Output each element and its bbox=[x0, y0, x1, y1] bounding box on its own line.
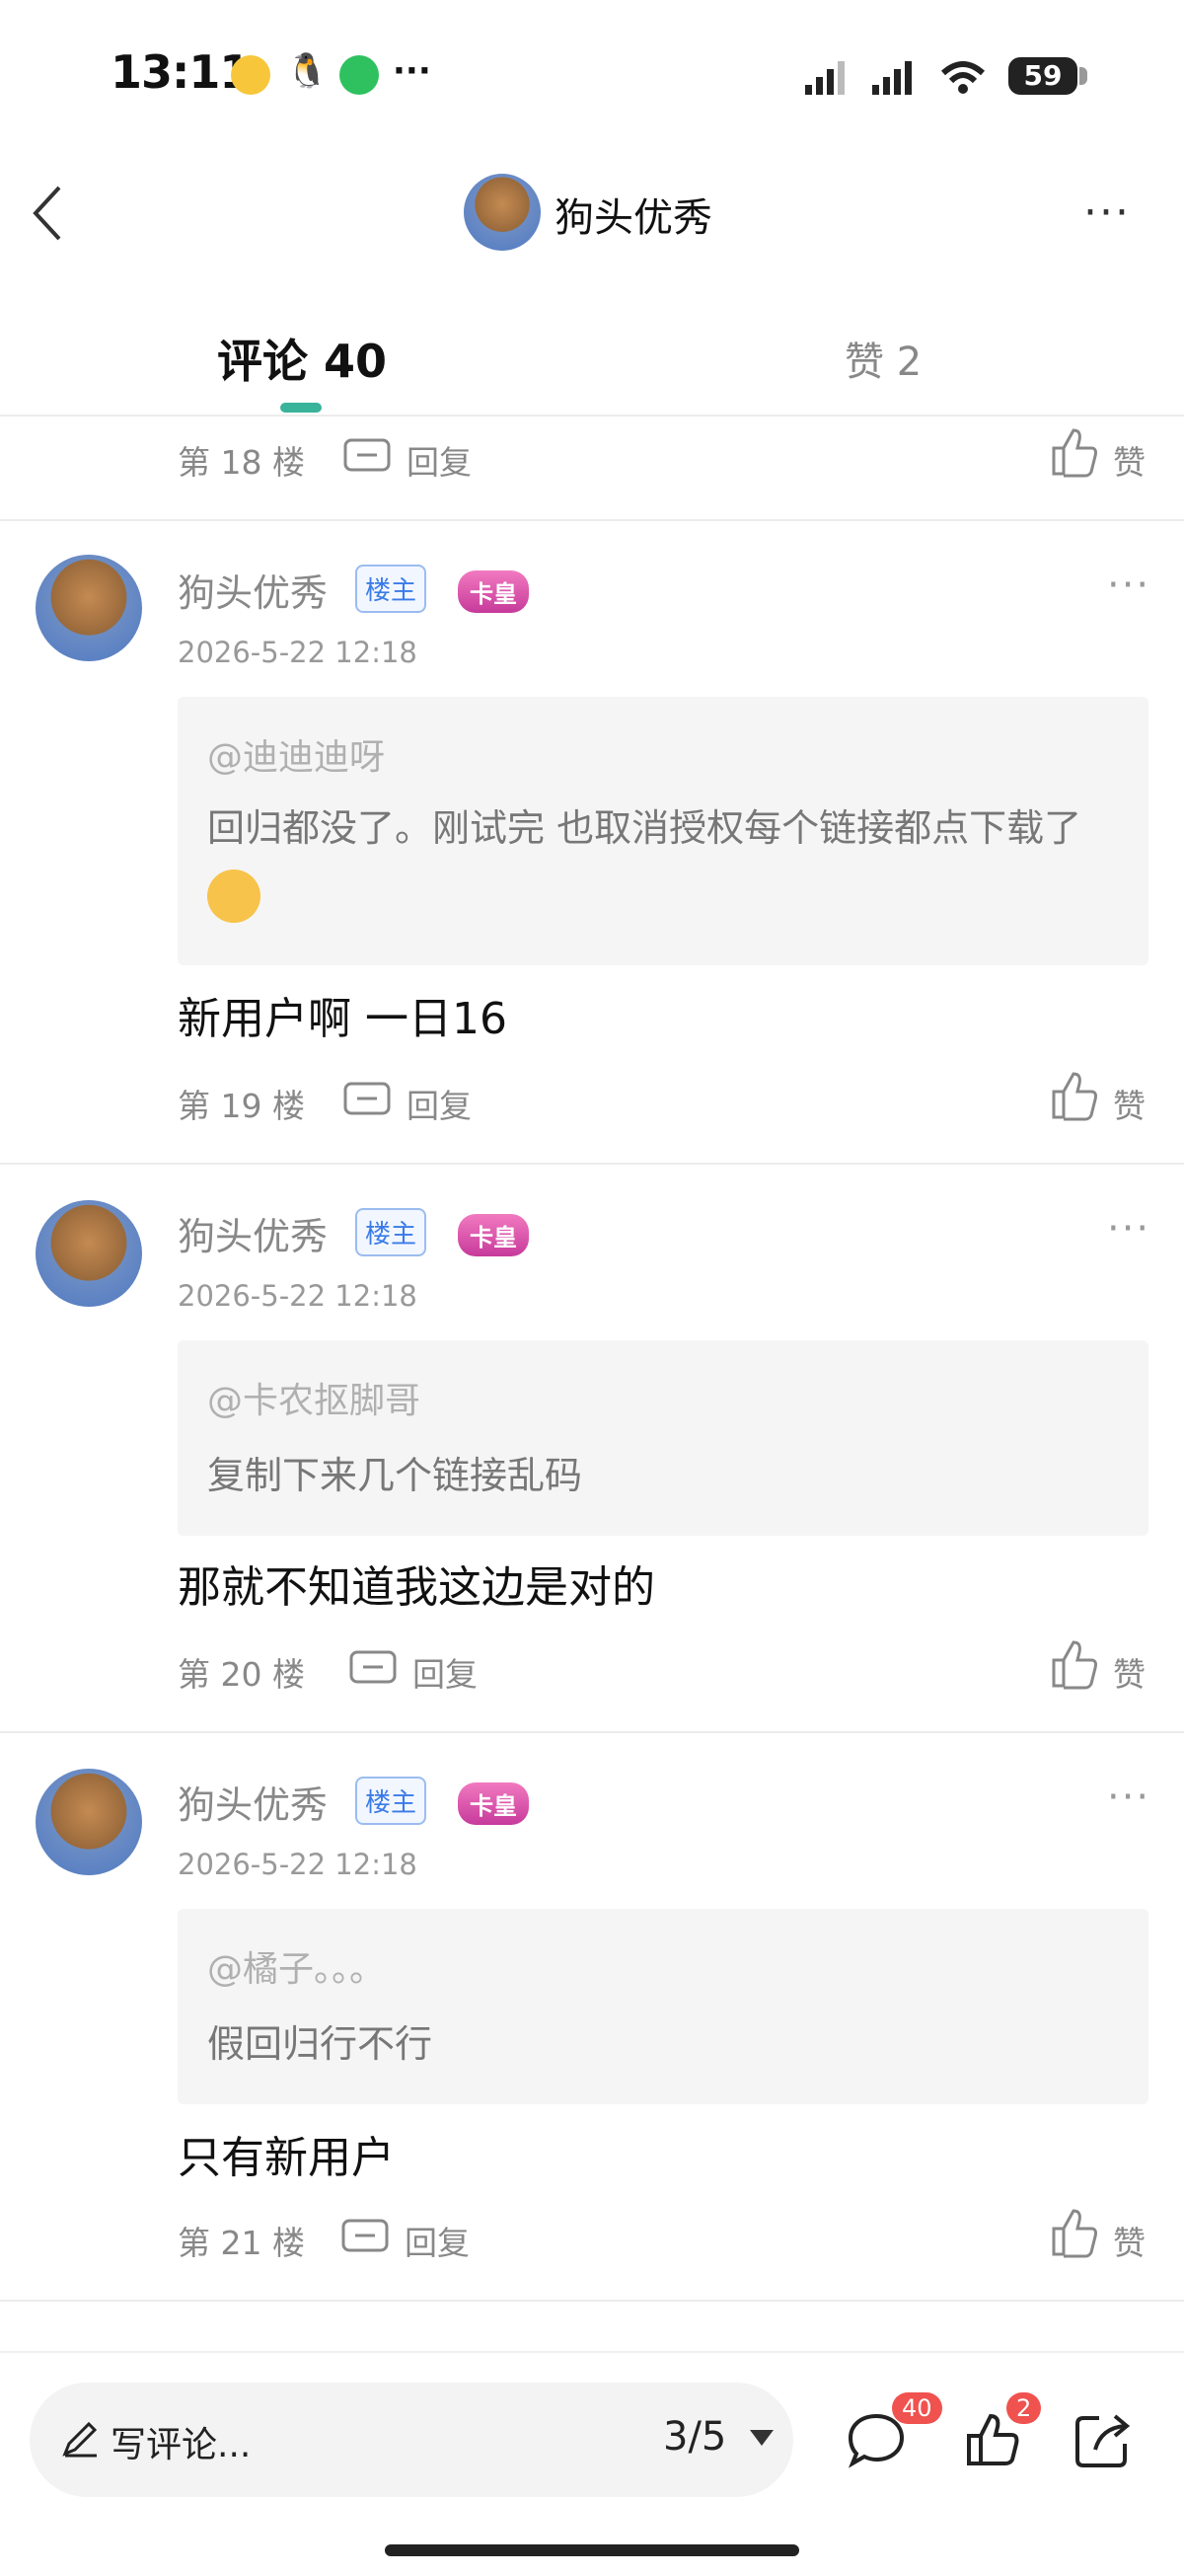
emoji-icon bbox=[207, 869, 260, 923]
like-button[interactable]: 赞 bbox=[1113, 1080, 1146, 1127]
floor-number: 第 20 楼 bbox=[178, 1655, 305, 1694]
user-name[interactable]: 狗头优秀 bbox=[178, 1206, 328, 1260]
reply-icon[interactable] bbox=[341, 2219, 389, 2258]
chevron-down-icon[interactable] bbox=[748, 2428, 776, 2448]
quote-mention: @卡农抠脚哥 bbox=[207, 1381, 421, 1421]
user-name[interactable]: 狗头优秀 bbox=[178, 1775, 328, 1829]
back-icon[interactable] bbox=[28, 182, 67, 245]
op-badge: 楼主 bbox=[355, 1208, 427, 1256]
tab-likes[interactable]: 赞 2 bbox=[845, 330, 922, 387]
crown-badge: 卡皇 bbox=[458, 1214, 529, 1256]
comment-body: 新用户啊 一日16 bbox=[178, 994, 507, 1044]
home-indicator[interactable] bbox=[385, 2544, 799, 2556]
share-icon[interactable] bbox=[1073, 2410, 1133, 2469]
reply-icon[interactable] bbox=[343, 1082, 391, 1121]
like-count-badge: 2 bbox=[1006, 2392, 1042, 2424]
op-badge: 楼主 bbox=[355, 565, 427, 613]
floor-number: 第 19 楼 bbox=[178, 1087, 305, 1125]
like-button[interactable]: 赞 bbox=[1113, 1648, 1146, 1696]
weibo-icon bbox=[231, 55, 270, 95]
reply-button[interactable]: 回复 bbox=[412, 1648, 478, 1696]
quote-mention: @橘子。。。 bbox=[207, 1949, 386, 1990]
crown-badge: 卡皇 bbox=[458, 570, 529, 613]
divider bbox=[0, 519, 1184, 521]
quoted-comment[interactable]: @橘子。。。 假回归行不行 bbox=[178, 1909, 1148, 2104]
comment-body: 那就不知道我这边是对的 bbox=[178, 1562, 655, 1613]
wechat-icon bbox=[339, 55, 379, 95]
tab-comments[interactable]: 评论 40 bbox=[217, 326, 387, 391]
like-button[interactable]: 赞 bbox=[1113, 2217, 1146, 2264]
like-icon[interactable] bbox=[1050, 426, 1097, 478]
user-avatar[interactable] bbox=[36, 555, 142, 661]
reply-icon[interactable] bbox=[343, 438, 391, 478]
tab-indicator bbox=[280, 403, 322, 413]
user-name[interactable]: 狗头优秀 bbox=[178, 563, 328, 617]
floor-number: 第 18 楼 bbox=[178, 443, 305, 482]
op-badge: 楼主 bbox=[355, 1777, 427, 1825]
quote-text: 复制下来几个链接乱码 bbox=[207, 1454, 583, 1497]
comment-date: 2026-5-22 12:18 bbox=[178, 1848, 417, 1881]
page-indicator[interactable]: 3/5 bbox=[663, 2414, 726, 2460]
divider bbox=[0, 415, 1184, 417]
comment-more-icon[interactable]: ··· bbox=[1107, 1775, 1150, 1820]
user-avatar[interactable] bbox=[36, 1200, 142, 1307]
divider bbox=[0, 2300, 1184, 2302]
crown-badge: 卡皇 bbox=[458, 1782, 529, 1825]
quoted-comment[interactable]: @迪迪迪呀 回归都没了。刚试完 也取消授权每个链接都点下载了 bbox=[178, 697, 1148, 965]
header-avatar[interactable] bbox=[464, 174, 541, 251]
like-icon[interactable] bbox=[1050, 1638, 1097, 1690]
pencil-icon bbox=[62, 2421, 98, 2458]
comment-date: 2026-5-22 12:18 bbox=[178, 1279, 417, 1313]
like-button[interactable]: 赞 bbox=[1113, 436, 1146, 484]
reply-button[interactable]: 回复 bbox=[407, 436, 472, 484]
like-icon[interactable] bbox=[1050, 1070, 1097, 1121]
reply-button[interactable]: 回复 bbox=[407, 1080, 472, 1127]
comment-input-placeholder[interactable]: 写评论... bbox=[111, 2416, 251, 2467]
divider bbox=[0, 1731, 1184, 1733]
quote-text: 假回归行不行 bbox=[207, 2022, 433, 2066]
user-avatar[interactable] bbox=[36, 1769, 142, 1875]
reply-icon[interactable] bbox=[349, 1650, 397, 1690]
battery-icon: 59 bbox=[1008, 57, 1087, 95]
comment-more-icon[interactable]: ··· bbox=[1107, 1206, 1150, 1251]
quote-mention: @迪迪迪呀 bbox=[207, 737, 386, 778]
comment-body: 只有新用户 bbox=[178, 2133, 395, 2183]
comment-date: 2026-5-22 12:18 bbox=[178, 636, 417, 669]
status-time: 13:11 bbox=[111, 45, 251, 99]
divider bbox=[0, 1163, 1184, 1165]
like-icon[interactable] bbox=[1050, 2207, 1097, 2258]
signal-wifi-icon bbox=[805, 61, 986, 95]
quoted-comment[interactable]: @卡农抠脚哥 复制下来几个链接乱码 bbox=[178, 1340, 1148, 1536]
comment-count-badge: 40 bbox=[892, 2392, 942, 2424]
floor-number: 第 21 楼 bbox=[178, 2224, 305, 2262]
quote-text: 回归都没了。刚试完 也取消授权每个链接都点下载了 bbox=[207, 796, 1125, 926]
comment-more-icon[interactable]: ··· bbox=[1107, 563, 1150, 608]
page-title: 狗头优秀 bbox=[555, 195, 712, 241]
more-notifications-icon: ··· bbox=[393, 51, 431, 91]
reply-button[interactable]: 回复 bbox=[405, 2217, 470, 2264]
more-icon[interactable]: ··· bbox=[1083, 188, 1131, 238]
qq-icon: 🐧 bbox=[286, 51, 329, 91]
